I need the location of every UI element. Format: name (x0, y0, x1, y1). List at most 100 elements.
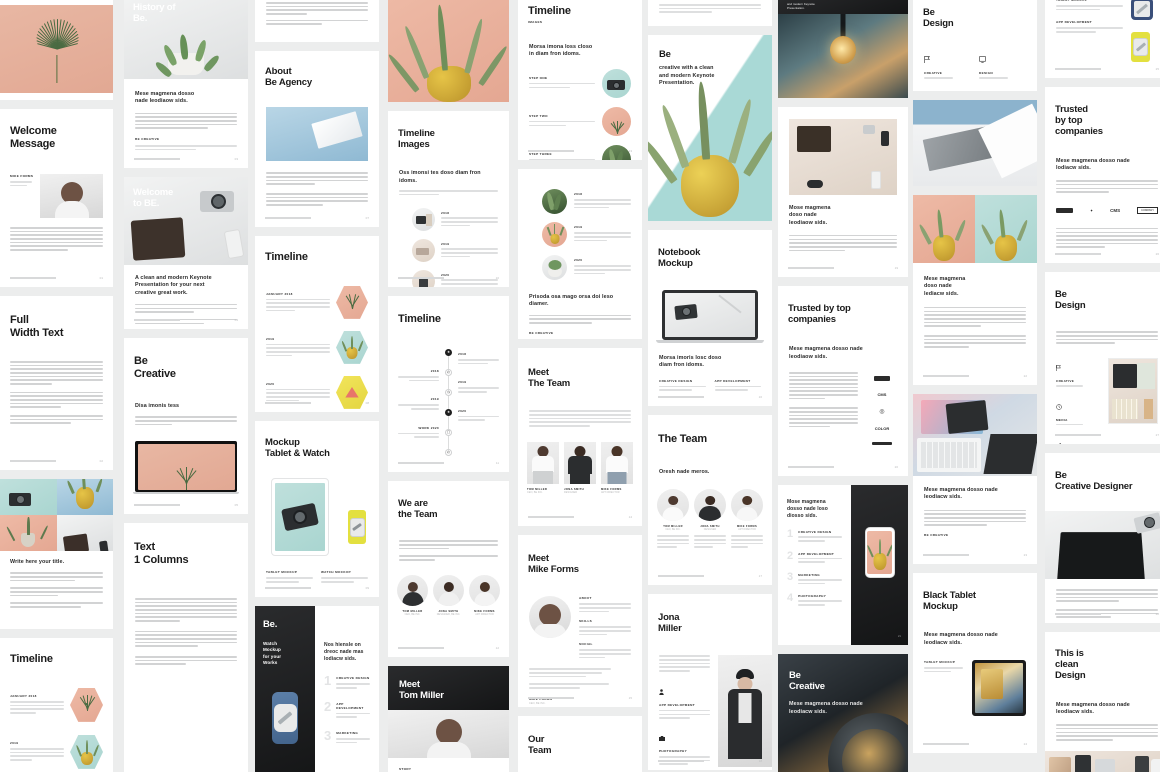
slide-card-black-tablet-mockup[interactable]: Black Tablet Mockup Mese magmena dosso n… (913, 573, 1037, 753)
be-pineapple-body-3: Presentation. (659, 79, 695, 86)
write-title-caption: Write here your title. (10, 559, 65, 565)
team-member-1[interactable]: JONA SMITH DESIGNER, BE INC. (433, 574, 464, 616)
gallery-column-4: Timeline Images Oss imonsi tes doso diam… (388, 0, 509, 772)
slide-card-trusted-left[interactable]: Trusted by top companies Mese magmena do… (778, 286, 908, 476)
meet-team-member-0[interactable]: TOM MILLER CEO, BE INC. (527, 441, 559, 494)
slide-card-we-are-the-team[interactable]: We are the Team TOM MILLER CEO, BE INC. (388, 481, 509, 657)
slide-card-two-pineapples[interactable]: Mese magmena doso nade lediacw sids. 22 (913, 195, 1037, 385)
gallery-column-2: History of Be. Mese magmena dosso nade l… (124, 0, 248, 772)
client-logo-4: COLOR (874, 426, 890, 431)
slide-card-text-1-columns[interactable]: Text 1 Columns 06 (124, 523, 248, 772)
slide-card-timeline-images[interactable]: Timeline Images Oss imonsi tes doso diam… (388, 111, 509, 287)
portrait-photo (40, 173, 103, 218)
slide-card-about-be-agency[interactable]: About Be Agency 07 (255, 51, 379, 227)
slide-card-our-team[interactable]: Our Team Team oroso nade meros. (518, 716, 642, 772)
slide-card-watch-icons-right[interactable]: TABLET MOCKUP APP DEVELOPMENT 25 (1045, 0, 1160, 78)
black-tablet-sub-1: Mese magmena dosso nade (924, 632, 998, 639)
slide-card-text-partial-top[interactable] (648, 0, 772, 26)
laptop-mockup (656, 290, 764, 343)
meet-tom-story-label: STORY (399, 767, 412, 771)
slide-card-timeline-hex[interactable]: Timeline JANUARY 2018 2019 (0, 638, 113, 772)
trusted-right-line3: companies (1055, 126, 1103, 138)
slide-card-timeline-circle-list[interactable]: 2018 2019 2020 Prisoda osa mago orsa doi… (518, 169, 642, 339)
black-tablet-sub-2: leodiacw sids. (924, 639, 962, 646)
be-creative-designer-line1: Be (1055, 470, 1067, 481)
slide-card-welcome-message[interactable]: Welcome Message MIKE FORMS 01 (0, 109, 113, 287)
hex-photo-1 (70, 688, 103, 722)
slide-card-write-title[interactable]: Write here your title. (0, 479, 113, 629)
slide-card-full-width-text[interactable]: Full Width Text 02 (0, 296, 113, 470)
the-team-member-0[interactable]: TOM MILLER CEO, BE INC. (657, 489, 689, 550)
slide-card-meet-the-team[interactable]: Meet The Team TOM MILLER CEO, BE INC. JO… (518, 348, 642, 526)
slide-card-meet-tom-miller[interactable]: Meet Tom Miller STORY (388, 666, 509, 772)
watch-icons-label-0: TABLET MOCKUP (1056, 0, 1088, 2)
slide-card-desk-flatlay[interactable]: Mose magmena doso nade leodiaow sids. 19 (778, 107, 908, 277)
slide-card-be-design-icons[interactable]: Be Design CREATIVE DESIGN (913, 0, 1037, 91)
slide-card-cover-palm[interactable]: Be a clean & modern Keynote Presentation (0, 0, 113, 100)
clean-design-line2: clean (1055, 659, 1079, 671)
meet-team-member-1[interactable]: JONA SMITH DESIGNER (564, 441, 596, 494)
slide-card-gradient-sheet[interactable] (913, 100, 1037, 186)
trusted-right-sub-1: Mese magmena dosso nade (1056, 157, 1130, 164)
slide-card-be-creative-designer[interactable]: Be Creative Designer 28 (1045, 453, 1160, 623)
slide-card-welcome-to-be[interactable]: Welcome to BE. A clean and modern Keynot… (124, 177, 248, 329)
the-team-member-1[interactable]: JONA SMITH DESIGNER (694, 489, 726, 550)
slide-card-be-design-right[interactable]: Be Design CREATIVE MEDIA MARKET (1045, 272, 1160, 444)
slide-card-history-of-be[interactable]: History of Be. Mese magmena dosso nade l… (124, 0, 248, 168)
slide-card-timeline-hex2[interactable]: Timeline JANUARY 2018 2019 2020 08 (255, 236, 379, 412)
gallery-column-8: Be Design CREATIVE DESIGN Mese magmena d… (913, 0, 1037, 753)
keyboard-desk-head-1: Mese magmena dosso nade (924, 487, 998, 493)
slide-card-pineapple-cover[interactable] (388, 0, 509, 102)
circle-list-item-2: 2020 (574, 258, 583, 263)
be-design-icons-line2: Design (923, 18, 954, 30)
slide-card-this-is-clean-design[interactable]: This is clean Design Mese magmena dosso … (1045, 632, 1160, 772)
watch-dark-panel: Be. Watch Mockup for your Works Be. Keyn… (255, 606, 315, 772)
timeline-icons-title: Timeline (398, 313, 441, 325)
slide-card-bulb-cover[interactable]: Be creative with a clean and modern Keyn… (778, 0, 908, 98)
slide-card-keyboard-desk[interactable]: Mese magmena dosso nade leodiacw sids. B… (913, 394, 1037, 564)
meet-team-member-2[interactable]: MIKE FORMS ART DIRECTOR (601, 441, 633, 494)
slide-card-phone-dark[interactable]: Mose magmena dosso nade loso diosso sids… (778, 485, 908, 645)
be-design-item-3: MARKETING (979, 88, 1026, 91)
mockup-tw-col2-label: WATCH MOCKUP (321, 570, 351, 575)
be-creative-line2: Creative (134, 367, 176, 380)
slide-card-timeline-circles[interactable]: Timeline IMAGES Morsa imona loss closo i… (518, 0, 642, 160)
the-team-member-2[interactable]: MIKE FORMS ART DIRECTOR (731, 489, 763, 550)
slide-card-timeline-icons[interactable]: Timeline 2018 2019 WORK 2020 ★ ◴ ◷ ★ ▢ ◴… (388, 296, 509, 472)
we-are-team-line2: the Team (398, 509, 438, 521)
slide-card-text-top[interactable] (255, 0, 379, 42)
mike-forms-avatar (529, 596, 571, 639)
phone-dark-head-1: Mose magmena (787, 499, 826, 505)
rocket-icon (979, 89, 986, 91)
hex2-photo-2 (336, 331, 368, 364)
meet-team-role-1: DESIGNER (564, 490, 578, 494)
slide-card-meet-mike-forms[interactable]: Meet Mike Forms ABOUT SKILLS SOCIAL CEO,… (518, 535, 642, 707)
slide-card-be-watch-dark[interactable]: Be. Watch Mockup for your Works Be. Keyn… (255, 606, 379, 772)
trusted-left-line2: companies (788, 314, 836, 326)
slide-gallery: Be a clean & modern Keynote Presentation… (0, 0, 1160, 772)
meet-tom-header: Meet Tom Miller (388, 666, 509, 710)
trusted-logo-1 (1056, 207, 1073, 213)
circle-list-photo-2 (542, 222, 567, 247)
slide-card-trusted-right[interactable]: Trusted by top companies Mese magmena do… (1045, 87, 1160, 263)
slide-card-be-creative-laptop[interactable]: Be Creative Disa imonis tess 05 (124, 338, 248, 514)
timeline-circles-step-1: STEP TWO (529, 113, 548, 118)
be-creative-dark-sub-2: leodiacw sids. (789, 708, 827, 715)
clean-design-sub-1: Mese magmena dosso nade (1056, 701, 1130, 708)
jona-block-2: PHOTOGRAPHY (659, 748, 688, 753)
desk-head-1: Mose magmena (789, 205, 831, 211)
the-team-sub: Oresh nade meros. (659, 468, 710, 475)
slide-card-mockup-tablet-watch[interactable]: Mockup Tablet & Watch TABLET MOCKUP WATC… (255, 421, 379, 597)
slide-card-be-creative-dark[interactable]: Be Creative Mese magmena dosso nade leod… (778, 654, 908, 772)
history-sub-label: BE CREATIVE (135, 136, 160, 141)
slide-card-notebook-mockup[interactable]: Notebook Mockup Morsa imoris losc doso d… (648, 230, 772, 406)
slide-card-the-team[interactable]: The Team Oresh nade meros. TOM MILLER CE… (648, 415, 772, 585)
slide-card-jona-miller[interactable]: Jona Miller APP DEVELOPMENT PHOTOGRAPHY (648, 594, 772, 770)
gallery-column-6: Be creative with a clean and modern Keyn… (648, 0, 772, 770)
jona-photo (718, 655, 772, 767)
bulb-caption-bar: Be creative with a clean and modern Keyn… (778, 0, 908, 14)
slide-card-be-creative-pineapple[interactable]: Be creative with a clean and modern Keyn… (648, 35, 772, 221)
team-member-2[interactable]: MIKE FORMS ART DIRECTOR (469, 574, 500, 616)
team-member-0[interactable]: TOM MILLER CEO, BE INC. (397, 574, 428, 616)
monitor-icon (979, 51, 986, 67)
